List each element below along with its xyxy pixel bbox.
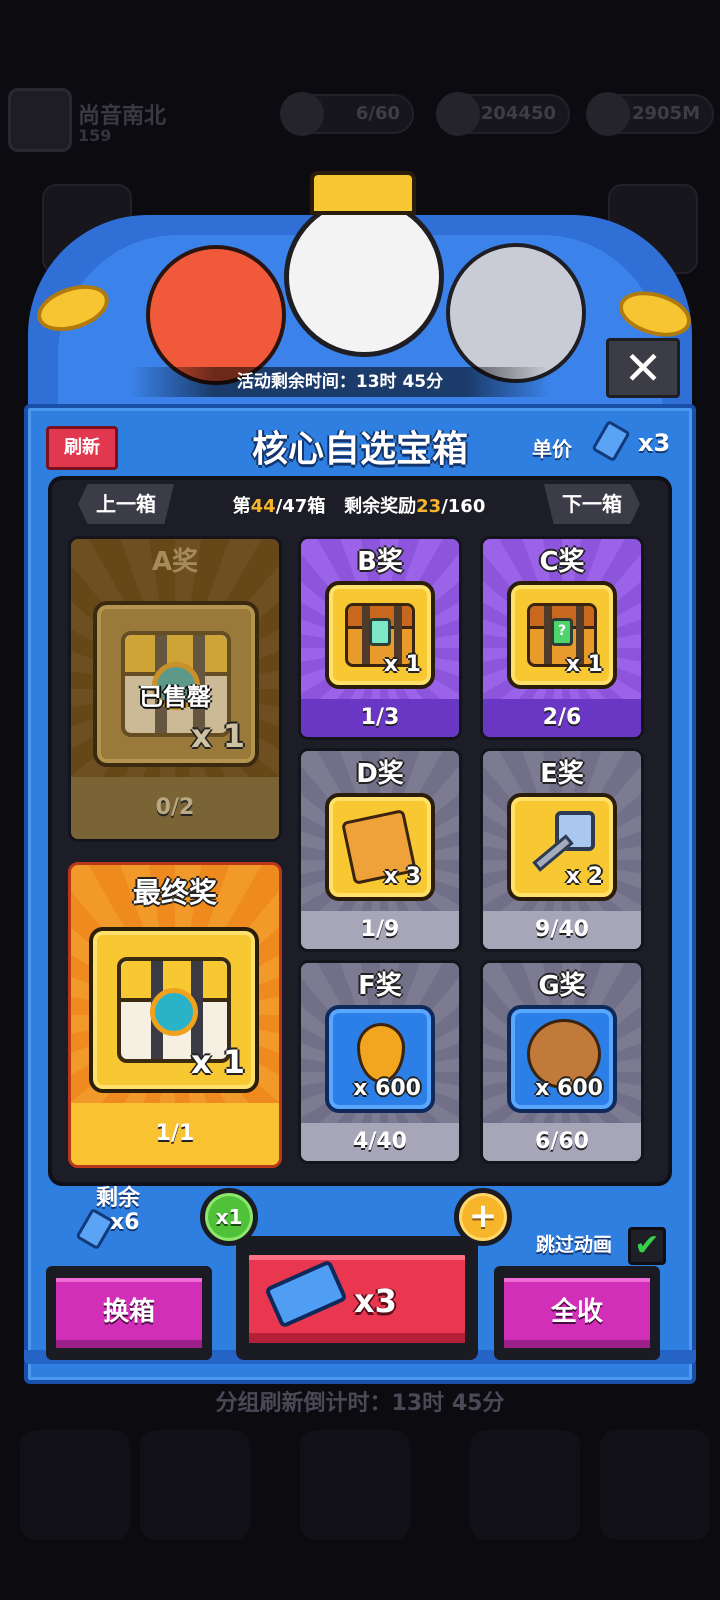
prize-d-qty: x 3 (383, 864, 421, 889)
draw-cost: x3 (354, 1282, 397, 1320)
prize-card-d[interactable]: D奖 x 3 1/9 (298, 748, 462, 952)
power-pill: 2905M (586, 92, 714, 136)
switch-box-button[interactable]: 换箱 (52, 1274, 206, 1352)
prize-g-tile: x 600 (507, 1005, 617, 1113)
prize-final-label: 最终奖 (132, 876, 217, 909)
skip-animation-checkbox[interactable]: ✔ (628, 1227, 666, 1265)
gold-pill: 204450 (436, 92, 570, 136)
stamina-icon (280, 92, 324, 136)
prize-g-qty: x 600 (535, 1076, 603, 1101)
stamina-pill: 6/60 (280, 92, 414, 136)
prize-card-final[interactable]: 最终奖 x 1 1/1 (68, 862, 282, 1168)
prize-a-label: A奖 (151, 547, 199, 577)
prize-c-tile: ? x 1 (507, 581, 617, 689)
prize-c-qty: x 1 (565, 652, 603, 677)
prize-d-tile: x 3 (325, 793, 435, 901)
prize-e-count: 9/40 (483, 911, 641, 949)
bottom-nav-icon (140, 1430, 250, 1540)
character-panda-king-icon (284, 197, 444, 357)
bottom-nav-icon (600, 1430, 710, 1540)
reward-current: 23 (416, 496, 442, 517)
prize-e-label: E奖 (540, 759, 584, 789)
bottom-nav-battle-icon (300, 1430, 410, 1540)
group-refresh-countdown: 分组刷新倒计时：13时 45分 (215, 1391, 505, 1416)
prize-e-qty: x 2 (565, 864, 603, 889)
prize-f-qty: x 600 (353, 1076, 421, 1101)
character-knight-icon (446, 243, 586, 383)
prize-final-qty: x 1 (190, 1043, 245, 1081)
prize-a-count: 0/2 (71, 777, 279, 839)
bottom-nav-icon (470, 1430, 580, 1540)
prize-b-count: 1/3 (301, 699, 459, 737)
event-time-left: 活动剩余时间：13时 45分 (130, 367, 550, 397)
box-total: /47箱 (275, 496, 326, 517)
prize-final-tile: x 1 (89, 927, 259, 1093)
collect-all-button[interactable]: 全收 (500, 1274, 654, 1352)
power-icon (586, 92, 630, 136)
stamina-value: 6/60 (355, 103, 400, 124)
screen: 尚音南北 159 6/60 204450 2905M 分组刷新倒计时：13时 4… (0, 0, 720, 1600)
prize-b-qty: x 1 (383, 652, 421, 677)
prize-card-f[interactable]: F奖 x 600 4/40 (298, 960, 462, 1164)
close-icon: ✕ (623, 341, 663, 395)
box-navigation: 上一箱 第44/47箱 剩余奖励23/160 下一箱 (70, 484, 648, 524)
power-value: 2905M (631, 103, 700, 124)
bottom-nav-icon (20, 1430, 130, 1540)
character-maid-icon (146, 245, 286, 385)
prize-b-label: B奖 (357, 547, 403, 577)
prize-final-count: 1/1 (71, 1103, 279, 1165)
box-prefix: 第 (232, 496, 251, 517)
prize-d-label: D奖 (356, 759, 404, 789)
oil-drop-icon (357, 1023, 405, 1083)
prize-card-c[interactable]: C奖 ? x 1 2/6 (480, 536, 644, 740)
player-level: 159 (78, 126, 112, 145)
gold-icon (436, 92, 480, 136)
prize-a-qty: x 1 (190, 717, 245, 755)
prize-g-count: 6/60 (483, 1123, 641, 1161)
unit-price-qty: x3 (638, 429, 671, 457)
crown-icon (310, 171, 416, 215)
reward-total: /160 (441, 496, 486, 517)
next-box-button[interactable]: 下一箱 (544, 484, 640, 524)
add-ticket-button[interactable]: + (454, 1188, 512, 1246)
gold-value: 204450 (480, 103, 556, 124)
remaining-label: 剩余 (96, 1186, 141, 1211)
prize-b-tile: x 1 (325, 581, 435, 689)
box-current: 44 (250, 496, 276, 517)
prize-c-count: 2/6 (483, 699, 641, 737)
skip-animation-label: 跳过动画 (536, 1234, 613, 1256)
prize-d-count: 1/9 (301, 911, 459, 949)
remaining-qty: x6 (110, 1210, 140, 1235)
player-avatar (8, 88, 72, 152)
prize-card-g[interactable]: G奖 x 600 6/60 (480, 960, 644, 1164)
prize-card-e[interactable]: E奖 x 2 9/40 (480, 748, 644, 952)
prize-e-tile: x 2 (507, 793, 617, 901)
multiplier-button[interactable]: x1 (200, 1188, 258, 1246)
prize-card-a[interactable]: A奖 x 1 已售罄 0/2 (68, 536, 282, 842)
prize-card-b[interactable]: B奖 x 1 1/3 (298, 536, 462, 740)
close-button[interactable]: ✕ (606, 338, 680, 398)
reward-prefix: 剩余奖励 (344, 496, 417, 517)
unit-price-label: 单价 (532, 437, 572, 461)
prize-g-label: G奖 (538, 971, 586, 1001)
prize-f-label: F奖 (358, 971, 402, 1001)
sold-out-label: 已售罄 (139, 683, 211, 711)
prize-f-count: 4/40 (301, 1123, 459, 1161)
prize-f-tile: x 600 (325, 1005, 435, 1113)
prize-c-label: C奖 (539, 547, 585, 577)
